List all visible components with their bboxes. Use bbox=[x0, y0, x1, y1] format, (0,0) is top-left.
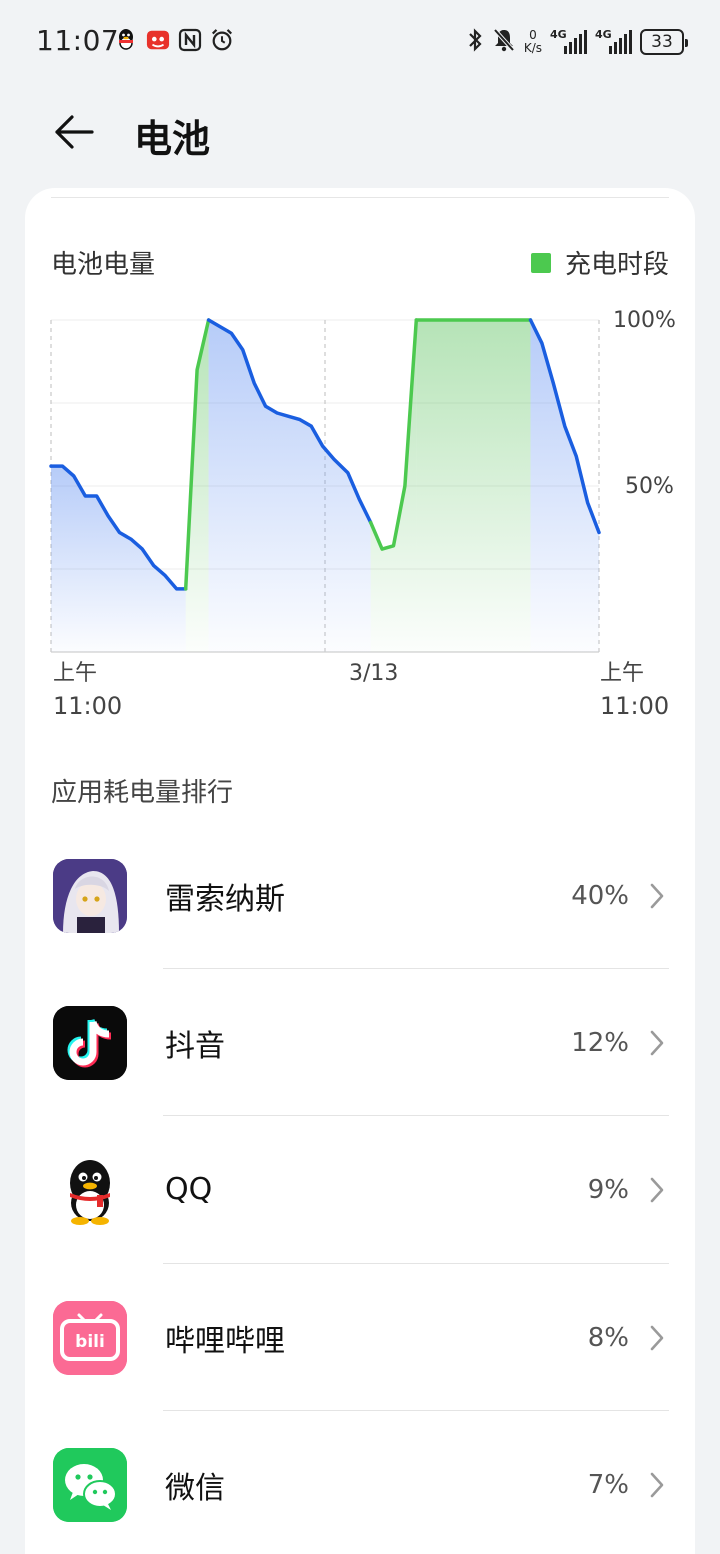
app-row[interactable]: bili 哔哩哔哩 8% bbox=[25, 1264, 695, 1411]
status-right-icons: 0 K/s 4G 4G 33 bbox=[466, 24, 688, 60]
qq-penguin-icon bbox=[53, 1152, 127, 1227]
battery-level: 33 bbox=[651, 32, 673, 52]
chevron-right-icon bbox=[647, 1470, 667, 1500]
app-percent: 12% bbox=[571, 1027, 629, 1058]
sim2-signal-icon: 4G bbox=[595, 28, 632, 54]
wechat-icon bbox=[53, 1447, 127, 1522]
sim1-label: 4G bbox=[550, 28, 567, 41]
app-percent: 8% bbox=[587, 1322, 629, 1353]
status-bar: 11:07 0 K/s 4G 4G 33 bbox=[0, 0, 720, 84]
status-time: 11:07 bbox=[36, 24, 120, 57]
x-tick-line1: 上午 bbox=[53, 661, 98, 686]
net-speed-unit: K/s bbox=[523, 41, 542, 55]
y-tick-label: 50% bbox=[625, 474, 674, 499]
x-tick-line1: 上午 bbox=[600, 661, 645, 686]
battery-card: 电池电量 充电时段 100% 50% 上午 11:00 3/13 上午 11:0… bbox=[25, 188, 695, 1554]
back-arrow-icon bbox=[55, 115, 94, 149]
chart-legend: 充电时段 bbox=[530, 244, 669, 281]
game-character-icon bbox=[53, 858, 127, 933]
app-percent: 40% bbox=[571, 880, 629, 911]
app-name: 微信 bbox=[165, 1470, 225, 1506]
battery-icon: 33 bbox=[640, 29, 688, 55]
app-name: QQ bbox=[165, 1172, 213, 1207]
tiktok-icon bbox=[53, 1005, 127, 1080]
charge-area bbox=[416, 320, 531, 652]
bilibili-icon: bili bbox=[53, 1300, 127, 1375]
app-name: 抖音 bbox=[165, 1028, 225, 1064]
notification-app-icon bbox=[146, 26, 170, 54]
app-row[interactable]: 微信 7% bbox=[25, 1411, 695, 1554]
app-row[interactable]: 雷索纳斯 40% bbox=[25, 822, 695, 969]
chevron-right-icon bbox=[647, 1323, 667, 1353]
qq-icon bbox=[114, 26, 138, 54]
chart-title: 电池电量 bbox=[51, 250, 156, 280]
status-left-icons bbox=[114, 26, 234, 54]
chevron-right-icon bbox=[647, 1175, 667, 1205]
app-name: 哔哩哔哩 bbox=[165, 1323, 285, 1359]
app-name: 雷索纳斯 bbox=[165, 881, 285, 917]
divider bbox=[51, 197, 669, 198]
chevron-right-icon bbox=[647, 881, 667, 911]
app-row[interactable]: QQ 9% bbox=[25, 1116, 695, 1263]
mute-icon bbox=[492, 27, 516, 57]
app-percent: 7% bbox=[587, 1469, 629, 1500]
legend-swatch bbox=[530, 252, 551, 273]
page-title: 电池 bbox=[134, 117, 211, 161]
header: 电池 bbox=[0, 92, 720, 172]
x-tick-label: 上午 11:00 bbox=[600, 659, 669, 721]
back-button[interactable] bbox=[48, 106, 100, 158]
legend-label: 充电时段 bbox=[564, 250, 669, 280]
app-percent: 9% bbox=[587, 1174, 629, 1205]
battery-chart[interactable] bbox=[25, 298, 695, 658]
network-speed: 0 K/s bbox=[524, 29, 542, 55]
discharge-area bbox=[208, 320, 371, 652]
x-tick-line2: 11:00 bbox=[600, 692, 670, 720]
sim1-signal-icon: 4G bbox=[550, 28, 587, 54]
chevron-right-icon bbox=[647, 1028, 667, 1058]
svg-text:bili: bili bbox=[75, 1332, 105, 1352]
x-tick-line2: 11:00 bbox=[53, 692, 123, 720]
nfc-icon bbox=[178, 26, 202, 54]
y-tick-label: 100% bbox=[613, 308, 676, 333]
x-tick-line1: 3/13 bbox=[349, 661, 399, 686]
discharge-area bbox=[51, 466, 186, 652]
ranking-title: 应用耗电量排行 bbox=[51, 778, 234, 808]
app-row[interactable]: 抖音 12% bbox=[25, 969, 695, 1116]
x-tick-label: 3/13 bbox=[349, 659, 398, 689]
x-tick-label: 上午 11:00 bbox=[53, 659, 122, 721]
alarm-icon bbox=[210, 26, 234, 54]
sim2-label: 4G bbox=[595, 28, 612, 41]
bluetooth-icon bbox=[466, 27, 484, 57]
